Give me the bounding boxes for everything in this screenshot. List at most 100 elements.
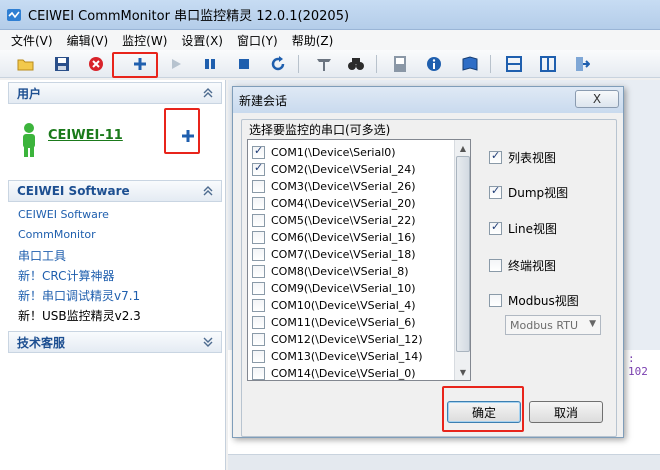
save-port-icon[interactable] bbox=[390, 54, 410, 74]
view-option[interactable]: Modbus视图 bbox=[489, 292, 579, 309]
port-label: COM12(\Device\VSerial_12) bbox=[271, 333, 423, 346]
link-serial-tool[interactable]: 串口工具 bbox=[18, 247, 66, 264]
port-checkbox[interactable] bbox=[252, 299, 265, 312]
scroll-thumb[interactable] bbox=[456, 156, 470, 352]
dialog-close-button[interactable]: X bbox=[575, 90, 619, 108]
collapse-icon[interactable] bbox=[201, 184, 215, 198]
port-checkbox[interactable] bbox=[252, 316, 265, 329]
view-option[interactable]: Line视图 bbox=[489, 220, 557, 237]
title-bar: CEIWEI CommMonitor 串口监控精灵 12.0.1(20205) bbox=[0, 0, 660, 30]
port-row[interactable]: COM11(\Device\VSerial_6) bbox=[252, 314, 416, 331]
exit-icon[interactable] bbox=[572, 54, 592, 74]
stop-red-icon[interactable] bbox=[86, 54, 106, 74]
port-row[interactable]: COM12(\Device\VSerial_12) bbox=[252, 331, 423, 348]
toolbar-separator bbox=[298, 55, 299, 73]
port-label: COM3(\Device\VSerial_26) bbox=[271, 180, 416, 193]
port-row[interactable]: COM14(\Device\VSerial_0) bbox=[252, 365, 416, 380]
port-list[interactable]: COM1(\Device\Serial0) COM2(\Device\VSeria… bbox=[247, 139, 471, 381]
scroll-down-icon[interactable]: ▼ bbox=[455, 364, 470, 380]
port-checkbox[interactable] bbox=[252, 161, 265, 176]
link-serial-debug[interactable]: 新！串口调试精灵v7.1 bbox=[18, 287, 140, 304]
modbus-mode-value: Modbus RTU bbox=[510, 318, 578, 332]
link-usb-monitor[interactable]: 新！USB监控精灵v2.3 bbox=[18, 307, 141, 324]
play-icon[interactable] bbox=[166, 54, 186, 74]
port-row[interactable]: COM4(\Device\VSerial_20) bbox=[252, 195, 416, 212]
modbus-mode-select[interactable]: Modbus RTU ▼ bbox=[505, 315, 601, 335]
port-checkbox[interactable] bbox=[252, 144, 265, 159]
add-user-icon[interactable] bbox=[180, 128, 196, 144]
menu-edit[interactable]: 编辑(V) bbox=[60, 32, 116, 49]
port-label: COM4(\Device\VSerial_20) bbox=[271, 197, 416, 210]
link-commmonitor[interactable]: CommMonitor bbox=[18, 228, 96, 241]
data-fragment: : 102 bbox=[628, 352, 648, 378]
port-label: COM1(\Device\Serial0) bbox=[271, 146, 396, 159]
expand-icon[interactable] bbox=[201, 335, 215, 349]
port-row[interactable]: COM6(\Device\VSerial_16) bbox=[252, 229, 416, 246]
clear-icon[interactable] bbox=[314, 54, 334, 74]
port-row[interactable]: COM10(\Device\VSerial_4) bbox=[252, 297, 416, 314]
port-row[interactable]: COM1(\Device\Serial0) bbox=[252, 144, 396, 161]
port-label: COM9(\Device\VSerial_10) bbox=[271, 282, 416, 295]
port-label: COM5(\Device\VSerial_22) bbox=[271, 214, 416, 227]
user-name-link[interactable]: CEIWEI-11 bbox=[48, 128, 123, 143]
port-checkbox[interactable] bbox=[252, 214, 265, 227]
port-label: COM13(\Device\VSerial_14) bbox=[271, 350, 423, 363]
port-row[interactable]: COM2(\Device\VSerial_24) bbox=[252, 161, 416, 178]
new-session-dialog: 新建会话 X 选择要监控的串口(可多选) COM1(\Device\Serial… bbox=[232, 86, 624, 438]
add-session-icon[interactable] bbox=[130, 54, 150, 74]
port-checkbox[interactable] bbox=[252, 282, 265, 295]
port-label: COM8(\Device\VSerial_8) bbox=[271, 265, 409, 278]
view-checkbox[interactable] bbox=[489, 149, 502, 164]
book-icon[interactable] bbox=[460, 54, 480, 74]
port-checkbox[interactable] bbox=[252, 231, 265, 244]
port-checkbox[interactable] bbox=[252, 333, 265, 346]
save-icon[interactable] bbox=[52, 54, 72, 74]
port-checkbox[interactable] bbox=[252, 248, 265, 261]
view-checkbox[interactable] bbox=[489, 184, 502, 199]
users-section-header[interactable]: 用户 bbox=[8, 82, 222, 104]
port-row[interactable]: COM13(\Device\VSerial_14) bbox=[252, 348, 423, 365]
layout-vertical-icon[interactable] bbox=[538, 54, 558, 74]
support-section-header[interactable]: 技术客服 bbox=[8, 331, 222, 353]
port-row[interactable]: COM5(\Device\VSerial_22) bbox=[252, 212, 416, 229]
stop-icon[interactable] bbox=[234, 54, 254, 74]
link-crc-tool[interactable]: 新！CRC计算神器 bbox=[18, 267, 115, 284]
info-icon[interactable] bbox=[424, 54, 444, 74]
link-ceiwei-software[interactable]: CEIWEI Software bbox=[18, 208, 109, 221]
view-checkbox[interactable] bbox=[489, 294, 502, 307]
view-checkbox[interactable] bbox=[489, 259, 502, 272]
port-row[interactable]: COM3(\Device\VSerial_26) bbox=[252, 178, 416, 195]
menu-help[interactable]: 帮助(Z) bbox=[285, 32, 341, 49]
toolbar-separator bbox=[490, 55, 491, 73]
view-option[interactable]: 终端视图 bbox=[489, 257, 556, 274]
view-option[interactable]: Dump视图 bbox=[489, 184, 568, 201]
menu-file[interactable]: 文件(V) bbox=[4, 32, 60, 49]
menu-window[interactable]: 窗口(Y) bbox=[230, 32, 285, 49]
user-avatar-icon bbox=[23, 123, 35, 157]
open-folder-icon[interactable] bbox=[16, 54, 36, 74]
port-row[interactable]: COM9(\Device\VSerial_10) bbox=[252, 280, 416, 297]
pause-icon[interactable] bbox=[200, 54, 220, 74]
port-list-scrollbar[interactable]: ▲ ▼ bbox=[454, 140, 470, 380]
port-row[interactable]: COM8(\Device\VSerial_8) bbox=[252, 263, 409, 280]
refresh-icon[interactable] bbox=[268, 54, 288, 74]
menu-settings[interactable]: 设置(X) bbox=[174, 32, 230, 49]
cancel-button[interactable]: 取消 bbox=[529, 401, 603, 423]
collapse-icon[interactable] bbox=[201, 86, 215, 100]
dialog-title: 新建会话 bbox=[239, 93, 288, 108]
port-checkbox[interactable] bbox=[252, 265, 265, 278]
ok-button[interactable]: 确定 bbox=[447, 401, 521, 423]
view-option[interactable]: 列表视图 bbox=[489, 149, 556, 166]
layout-horizontal-icon[interactable] bbox=[504, 54, 524, 74]
port-row[interactable]: COM7(\Device\VSerial_18) bbox=[252, 246, 416, 263]
port-checkbox[interactable] bbox=[252, 180, 265, 193]
menu-monitor[interactable]: 监控(W) bbox=[115, 32, 174, 49]
scroll-up-icon[interactable]: ▲ bbox=[455, 140, 470, 156]
software-section-header[interactable]: CEIWEI Software bbox=[8, 180, 222, 202]
port-checkbox[interactable] bbox=[252, 197, 265, 210]
software-header-label: CEIWEI Software bbox=[17, 184, 130, 198]
find-icon[interactable] bbox=[346, 54, 366, 74]
port-checkbox[interactable] bbox=[252, 350, 265, 363]
view-checkbox[interactable] bbox=[489, 220, 502, 235]
port-checkbox[interactable] bbox=[252, 367, 265, 380]
